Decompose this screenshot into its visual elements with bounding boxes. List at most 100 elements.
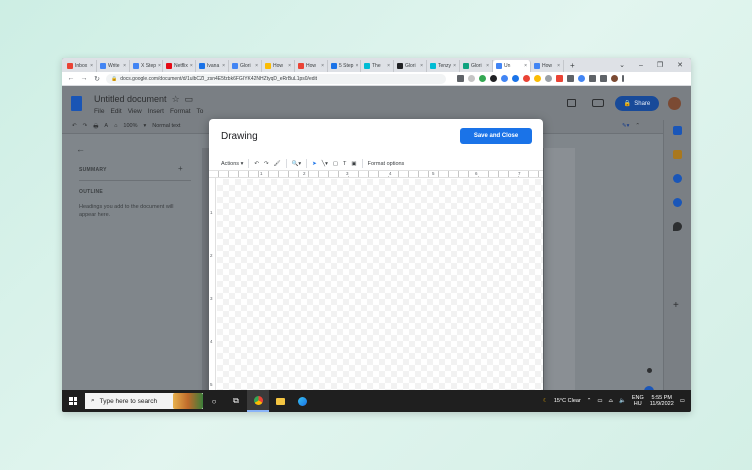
- select-pointer-icon[interactable]: ➤: [312, 161, 317, 167]
- text-box-icon[interactable]: T: [343, 161, 346, 167]
- extension-icon[interactable]: [512, 75, 519, 82]
- save-and-close-button[interactable]: Save and Close: [460, 128, 532, 144]
- browser-tab[interactable]: Glori ×: [394, 60, 427, 72]
- image-icon[interactable]: ▣: [351, 161, 356, 167]
- calendar-icon[interactable]: [673, 126, 682, 135]
- zoom-icon[interactable]: 🔍▾: [292, 161, 302, 167]
- line-tool-icon[interactable]: ╲▾: [322, 161, 328, 167]
- close-tab-icon[interactable]: ×: [420, 63, 423, 69]
- start-button[interactable]: [62, 397, 84, 405]
- restore-icon[interactable]: ❐: [657, 60, 663, 72]
- docs-toolbar-item[interactable]: 🖶: [93, 123, 98, 132]
- chrome-icon[interactable]: [247, 390, 269, 412]
- extension-icon[interactable]: [545, 75, 552, 82]
- forward-arrow-icon[interactable]: →: [80, 75, 88, 82]
- chevron-up-icon[interactable]: ⌃: [587, 398, 592, 404]
- browser-tab[interactable]: Ivana ×: [196, 60, 229, 72]
- close-icon[interactable]: ✕: [677, 60, 683, 72]
- browser-tab[interactable]: How ×: [295, 60, 328, 72]
- comments-icon[interactable]: [567, 99, 576, 107]
- browser-tab[interactable]: 5 Step ×: [328, 60, 361, 72]
- move-folder-icon[interactable]: ▭: [182, 94, 194, 104]
- chevron-down-icon[interactable]: ⌄: [619, 60, 625, 72]
- browser-tab[interactable]: Write ×: [97, 60, 130, 72]
- close-tab-icon[interactable]: ×: [486, 63, 489, 69]
- browser-tab[interactable]: How ×: [262, 60, 295, 72]
- close-tab-icon[interactable]: ×: [557, 63, 560, 69]
- address-bar[interactable]: 🔒 docs.google.com/document/d/1ulbCZI_zsn…: [106, 73, 446, 84]
- browser-tab[interactable]: How ×: [531, 60, 564, 72]
- menu-file[interactable]: File: [94, 108, 104, 115]
- extension-icon[interactable]: [479, 75, 486, 82]
- browser-tab[interactable]: Inbox ×: [64, 60, 97, 72]
- sidepanel-icon[interactable]: [600, 75, 607, 82]
- taskbar-search[interactable]: ⌕ Type here to search: [85, 393, 203, 409]
- browser-tab[interactable]: Tenzy ×: [427, 60, 460, 72]
- maps-icon[interactable]: [673, 222, 682, 231]
- contacts-icon[interactable]: [673, 198, 682, 207]
- close-tab-icon[interactable]: ×: [158, 63, 161, 69]
- docs-toolbar-item[interactable]: ⌂: [114, 123, 117, 132]
- add-summary-button[interactable]: +: [178, 164, 183, 173]
- docs-logo-icon[interactable]: [71, 96, 82, 111]
- docs-toolbar-item[interactable]: 100%: [123, 123, 137, 132]
- browser-tab[interactable]: Un ×: [493, 60, 531, 72]
- browser-tab[interactable]: X Step ×: [130, 60, 163, 72]
- extension-icon[interactable]: [501, 75, 508, 82]
- extension-icon[interactable]: [534, 75, 541, 82]
- profile-avatar[interactable]: [611, 75, 618, 82]
- reload-icon[interactable]: ↻: [93, 75, 101, 83]
- menu-edit[interactable]: Edit: [110, 108, 121, 115]
- docs-toolbar-item[interactable]: ↷: [83, 123, 88, 132]
- close-tab-icon[interactable]: ×: [90, 63, 93, 69]
- close-tab-icon[interactable]: ×: [123, 63, 126, 69]
- menu-format[interactable]: Format: [170, 108, 191, 115]
- docs-toolbar-item[interactable]: ▾: [144, 123, 147, 132]
- extension-icon[interactable]: [457, 75, 464, 82]
- explore-icon[interactable]: [647, 368, 652, 373]
- new-tab-button[interactable]: +: [564, 60, 581, 72]
- browser-tab[interactable]: The ×: [361, 60, 394, 72]
- file-explorer-icon[interactable]: [269, 390, 291, 412]
- battery-icon[interactable]: ▭: [597, 398, 602, 404]
- tasks-icon[interactable]: [673, 174, 682, 183]
- document-title[interactable]: Untitled document ☆ ▭: [94, 94, 193, 105]
- chevron-up-icon[interactable]: ⌃: [635, 123, 640, 129]
- weather-icon[interactable]: ☾: [543, 398, 548, 404]
- close-tab-icon[interactable]: ×: [190, 63, 193, 69]
- actions-menu[interactable]: Actions ▾: [221, 161, 243, 167]
- more-menu-icon[interactable]: [622, 75, 624, 82]
- puzzle-icon[interactable]: [589, 75, 596, 82]
- close-tab-icon[interactable]: ×: [387, 63, 390, 69]
- share-button[interactable]: 🔒 Share: [615, 96, 659, 111]
- close-tab-icon[interactable]: ×: [524, 63, 527, 69]
- menu-view[interactable]: View: [128, 108, 142, 115]
- docs-toolbar-item[interactable]: ↶: [72, 123, 77, 132]
- undo-icon[interactable]: ↶: [254, 161, 259, 167]
- task-view-icon[interactable]: ⧉: [225, 390, 247, 412]
- extension-icon[interactable]: [556, 75, 563, 82]
- close-tab-icon[interactable]: ×: [222, 63, 225, 69]
- close-tab-icon[interactable]: ×: [288, 63, 291, 69]
- keep-icon[interactable]: [673, 150, 682, 159]
- back-arrow-icon[interactable]: ←: [76, 144, 85, 154]
- extension-icon[interactable]: [567, 75, 574, 82]
- edge-icon[interactable]: [291, 390, 313, 412]
- browser-tab[interactable]: Glori ×: [460, 60, 493, 72]
- redo-icon[interactable]: ↷: [264, 161, 269, 167]
- minimize-icon[interactable]: –: [639, 60, 643, 72]
- volume-icon[interactable]: 🔈: [619, 398, 626, 404]
- meet-icon[interactable]: [592, 99, 604, 107]
- browser-tab[interactable]: Glori ×: [229, 60, 262, 72]
- docs-toolbar-item[interactable]: A: [104, 123, 108, 132]
- menu-to[interactable]: To: [197, 108, 204, 115]
- extension-icon[interactable]: [490, 75, 497, 82]
- docs-toolbar-item[interactable]: Normal text: [152, 123, 180, 132]
- notification-icon[interactable]: ▭: [680, 398, 685, 404]
- star-icon[interactable]: ☆: [169, 94, 180, 104]
- weather-text[interactable]: 15°C Clear: [554, 398, 581, 404]
- menu-insert[interactable]: Insert: [148, 108, 164, 115]
- extension-icon[interactable]: [578, 75, 585, 82]
- extension-icon[interactable]: [523, 75, 530, 82]
- close-tab-icon[interactable]: ×: [453, 63, 456, 69]
